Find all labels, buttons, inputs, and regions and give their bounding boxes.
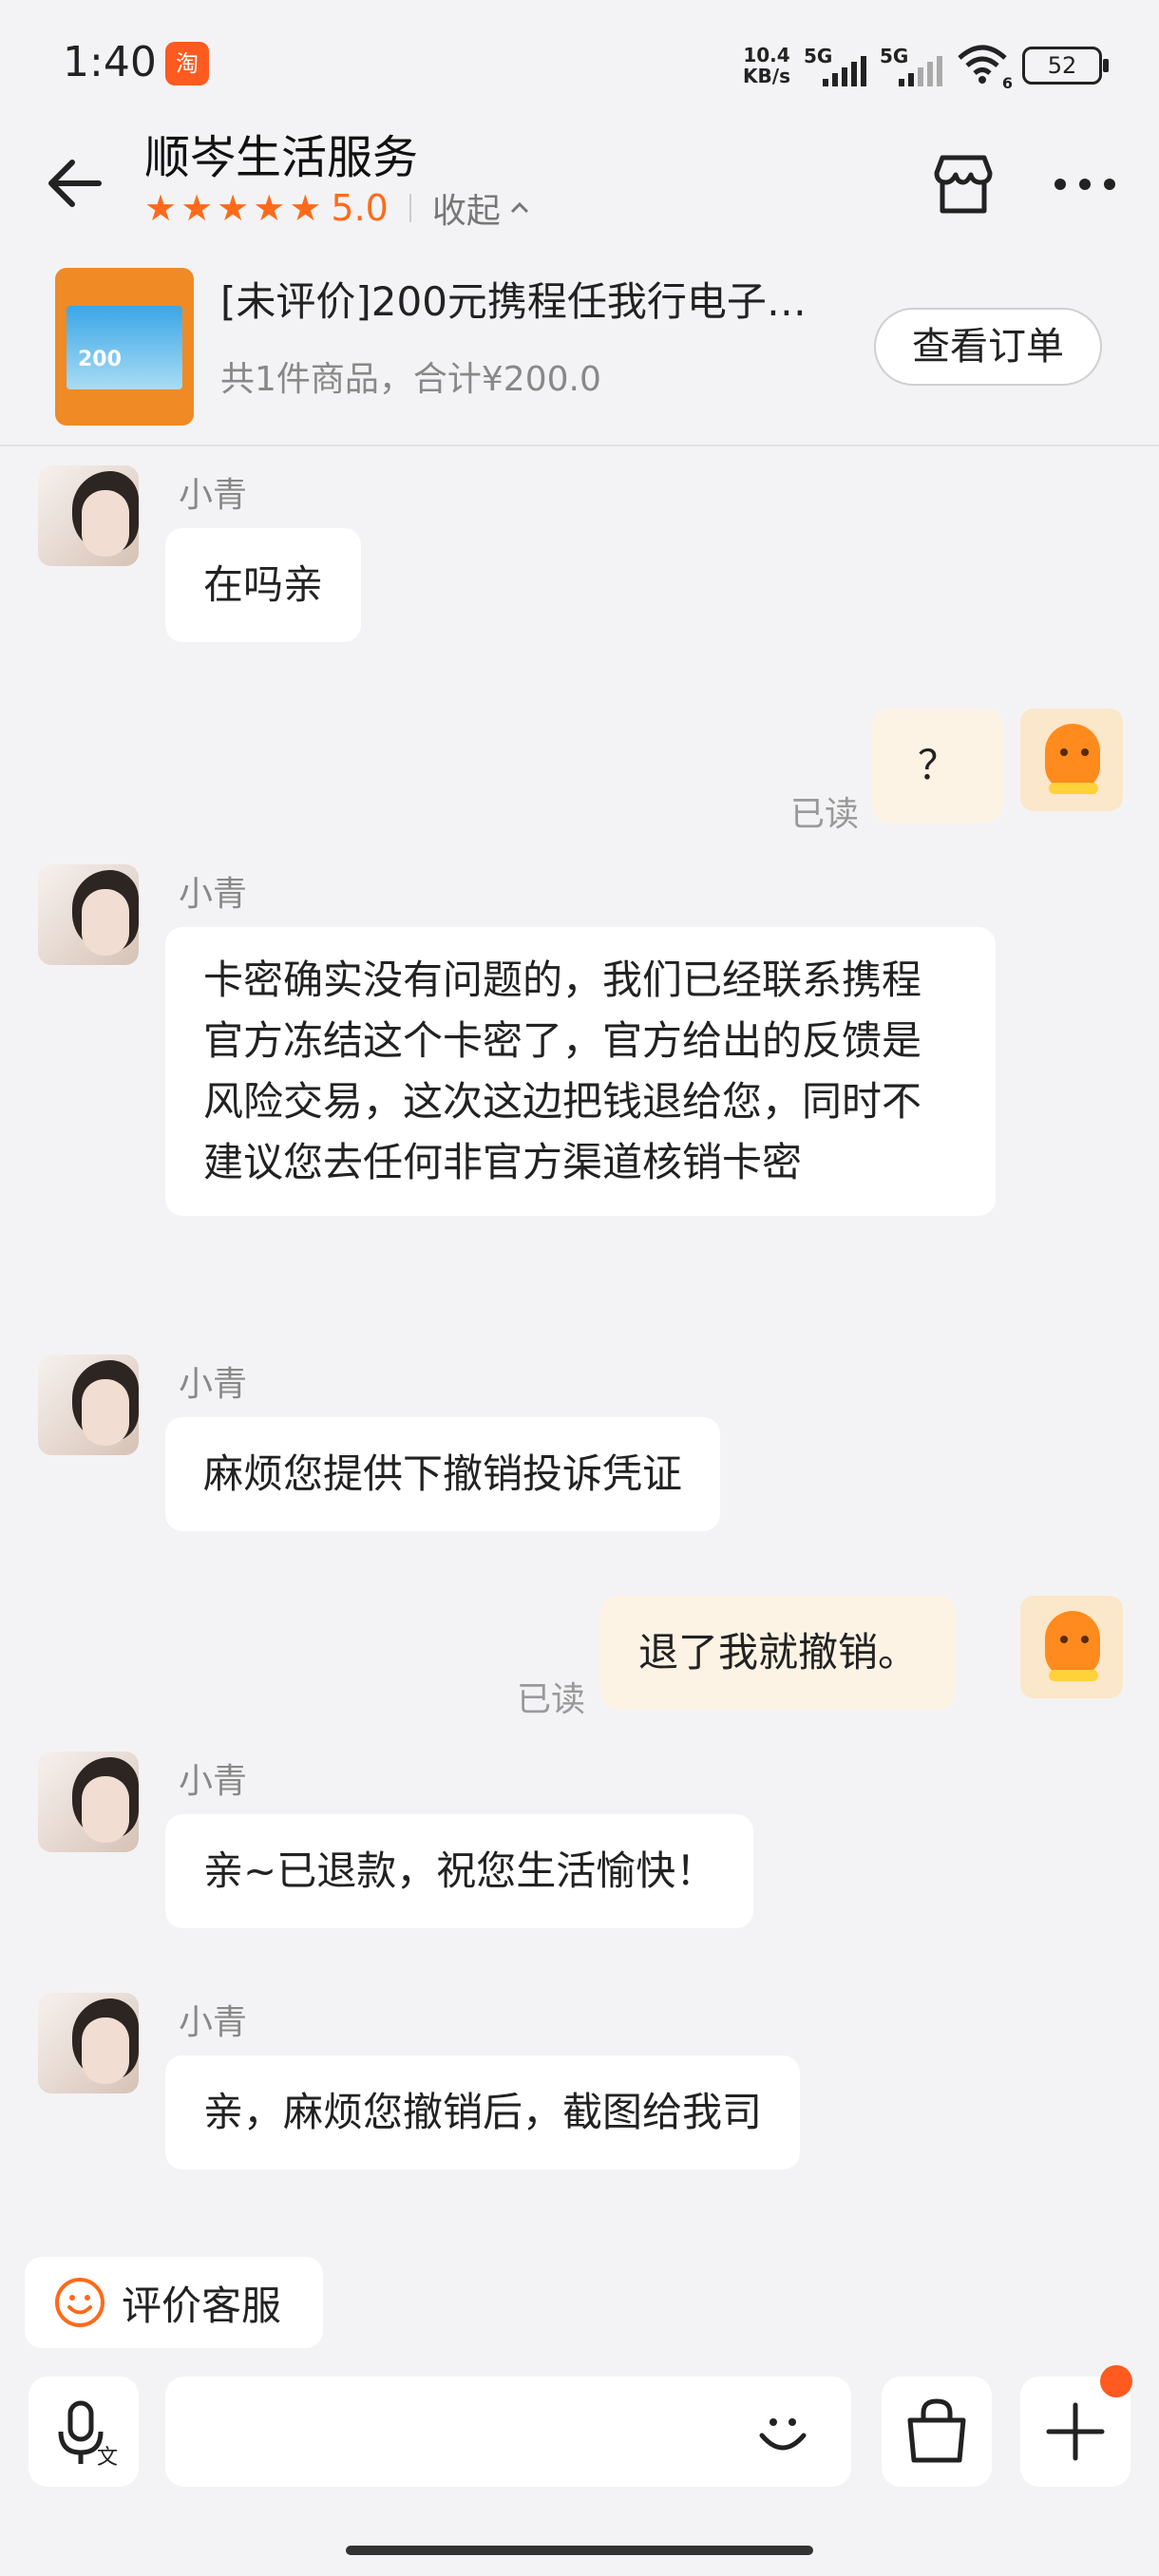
smile-face-icon bbox=[55, 2278, 104, 2327]
battery-icon: 52 bbox=[1022, 47, 1109, 85]
sender-name: 小青 bbox=[179, 875, 248, 914]
more-dots-icon bbox=[1054, 179, 1115, 190]
notification-dot bbox=[1100, 2365, 1132, 2397]
back-button[interactable] bbox=[42, 150, 108, 217]
input-bar: 文 bbox=[0, 2365, 1159, 2489]
message-bubble[interactable]: 亲，麻烦您撤销后，截图给我司 bbox=[165, 2055, 801, 2169]
back-arrow-icon bbox=[48, 160, 102, 207]
sender-name: 小青 bbox=[179, 2003, 248, 2042]
status-time: 1:40 bbox=[63, 38, 157, 86]
network-speed: 10.4 KB/s bbox=[743, 45, 790, 86]
sender-name: 小青 bbox=[179, 1365, 248, 1404]
rating-score: 5.0 bbox=[331, 187, 389, 229]
voice-input-button[interactable]: 文 bbox=[28, 2377, 139, 2487]
order-card[interactable]: 200 [未评价]200元携程任我行电子… 共1件商品，合计¥200.0 查看订… bbox=[0, 247, 1159, 446]
divider bbox=[408, 194, 411, 222]
emoji-button[interactable] bbox=[752, 2401, 813, 2462]
star-icon: ★ bbox=[217, 187, 250, 229]
home-indicator[interactable] bbox=[346, 2546, 813, 2555]
message-bubble[interactable]: 卡密确实没有问题的，我们已经联系携程官方冻结这个卡密了，官方给出的反馈是风险交易… bbox=[165, 927, 996, 1216]
rate-service-label: 评价客服 bbox=[122, 2282, 282, 2329]
sender-name: 小青 bbox=[179, 1762, 248, 1801]
shop-name[interactable]: 顺岑生活服务 bbox=[144, 120, 418, 186]
star-icon: ★ bbox=[253, 187, 286, 229]
product-thumbnail: 200 bbox=[55, 268, 194, 426]
chat-header: 顺岑生活服务 ★ ★ ★ ★ ★ 5.0 收起 bbox=[0, 104, 1159, 247]
network-speed-value: 10.4 bbox=[743, 44, 790, 66]
wifi-icon: 6 bbox=[956, 43, 1013, 92]
star-icon: ★ bbox=[144, 187, 178, 229]
taobao-app-icon: 淘 bbox=[165, 42, 209, 85]
message-bubble[interactable]: 在吗亲 bbox=[165, 528, 362, 642]
message-bubble[interactable]: 亲~已退款，祝您生活愉快！ bbox=[165, 1814, 754, 1928]
agent-avatar[interactable] bbox=[38, 465, 139, 566]
more-options-button[interactable] bbox=[1047, 146, 1123, 222]
my-message-bubble[interactable]: 退了我就撤销。 bbox=[600, 1596, 957, 1710]
agent-avatar[interactable] bbox=[38, 1993, 139, 2093]
wifi-label: 6 bbox=[1001, 74, 1013, 92]
sender-name: 小青 bbox=[179, 476, 248, 515]
read-status: 已读 bbox=[517, 1680, 586, 1719]
thumbnail-value: 200 bbox=[78, 348, 122, 371]
order-summary: 共1件商品，合计¥200.0 bbox=[220, 360, 601, 399]
collapse-label: 收起 bbox=[431, 192, 501, 231]
store-icon bbox=[934, 155, 993, 214]
microphone-icon: 文 bbox=[58, 2400, 118, 2470]
shopping-bag-button[interactable] bbox=[882, 2377, 992, 2487]
shop-rating-row: ★ ★ ★ ★ ★ 5.0 收起 bbox=[144, 184, 533, 232]
signal-icon-2: 5G bbox=[880, 45, 942, 86]
order-title: [未评价]200元携程任我行电子… bbox=[220, 278, 807, 325]
read-status: 已读 bbox=[790, 795, 860, 834]
rate-service-button[interactable]: 评价客服 bbox=[25, 2257, 323, 2348]
agent-avatar[interactable] bbox=[38, 864, 139, 965]
chevron-up-icon bbox=[510, 201, 528, 214]
message-bubble[interactable]: 麻烦您提供下撤销投诉凭证 bbox=[165, 1417, 721, 1531]
collapse-toggle[interactable]: 收起 bbox=[432, 183, 533, 233]
emoji-face-icon bbox=[759, 2418, 807, 2451]
rating-stars: ★ ★ ★ ★ ★ bbox=[144, 189, 321, 227]
signal-icon: 5G bbox=[804, 45, 866, 86]
network-speed-unit: KB/s bbox=[743, 65, 790, 87]
agent-avatar[interactable] bbox=[38, 1354, 139, 1455]
my-avatar[interactable] bbox=[1020, 1596, 1123, 1698]
status-indicators: 10.4 KB/s 5G 5G 6 52 bbox=[743, 42, 1109, 92]
star-icon: ★ bbox=[180, 187, 214, 229]
message-input[interactable] bbox=[165, 2377, 851, 2487]
svg-text:文: 文 bbox=[97, 2446, 118, 2470]
my-avatar[interactable] bbox=[1020, 709, 1123, 811]
store-button[interactable] bbox=[925, 146, 1001, 222]
agent-avatar[interactable] bbox=[38, 1752, 139, 1852]
my-message-bubble[interactable]: ？ bbox=[872, 709, 1004, 823]
shopping-bag-icon bbox=[907, 2398, 966, 2463]
star-icon: ★ bbox=[289, 187, 322, 229]
view-order-button[interactable]: 查看订单 bbox=[874, 308, 1102, 386]
